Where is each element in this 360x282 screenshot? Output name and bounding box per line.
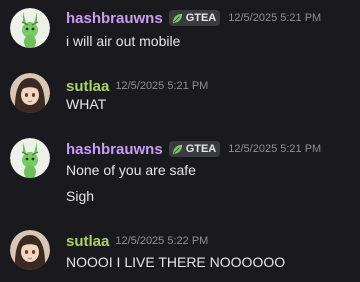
- chat-message-list: hashbrauwns GTEA 12/5/2025 5:21 PM i wil…: [0, 0, 360, 282]
- message-header: hashbrauwns GTEA 12/5/2025 5:21 PM: [66, 8, 321, 28]
- username[interactable]: hashbrauwns: [66, 141, 163, 158]
- guild-tag-badge[interactable]: GTEA: [168, 141, 221, 157]
- username[interactable]: sutlaa: [66, 233, 109, 250]
- message-header: sutlaa 12/5/2025 5:21 PM: [66, 76, 208, 96]
- username[interactable]: sutlaa: [66, 78, 109, 95]
- message-text: Sigh: [66, 188, 95, 204]
- avatar[interactable]: [10, 8, 50, 48]
- guild-tag-label: GTEA: [185, 143, 217, 155]
- message-text: i will air out mobile: [66, 33, 181, 49]
- green-rabbit-avatar-icon: [10, 138, 50, 178]
- leaf-icon: [172, 13, 182, 23]
- timestamp: 12/5/2025 5:21 PM: [228, 12, 322, 24]
- dark-hair-girl-avatar-icon: [10, 73, 50, 113]
- message-text: NOOOI I LIVE THERE NOOOOOO: [66, 254, 286, 270]
- timestamp: 12/5/2025 5:21 PM: [228, 143, 322, 155]
- avatar[interactable]: [10, 230, 50, 270]
- username[interactable]: hashbrauwns: [66, 10, 163, 27]
- message-header: hashbrauwns GTEA 12/5/2025 5:21 PM: [66, 139, 321, 159]
- avatar[interactable]: [10, 73, 50, 113]
- guild-tag-badge[interactable]: GTEA: [168, 10, 221, 26]
- message-text: None of you are safe: [66, 162, 196, 178]
- avatar[interactable]: [10, 138, 50, 178]
- dark-hair-girl-avatar-icon: [10, 230, 50, 270]
- timestamp: 12/5/2025 5:22 PM: [115, 235, 209, 247]
- timestamp: 12/5/2025 5:21 PM: [115, 80, 209, 92]
- green-rabbit-avatar-icon: [10, 8, 50, 48]
- leaf-icon: [172, 144, 182, 154]
- message-text: WHAT: [66, 96, 107, 112]
- guild-tag-label: GTEA: [185, 12, 217, 24]
- message-header: sutlaa 12/5/2025 5:22 PM: [66, 231, 208, 251]
